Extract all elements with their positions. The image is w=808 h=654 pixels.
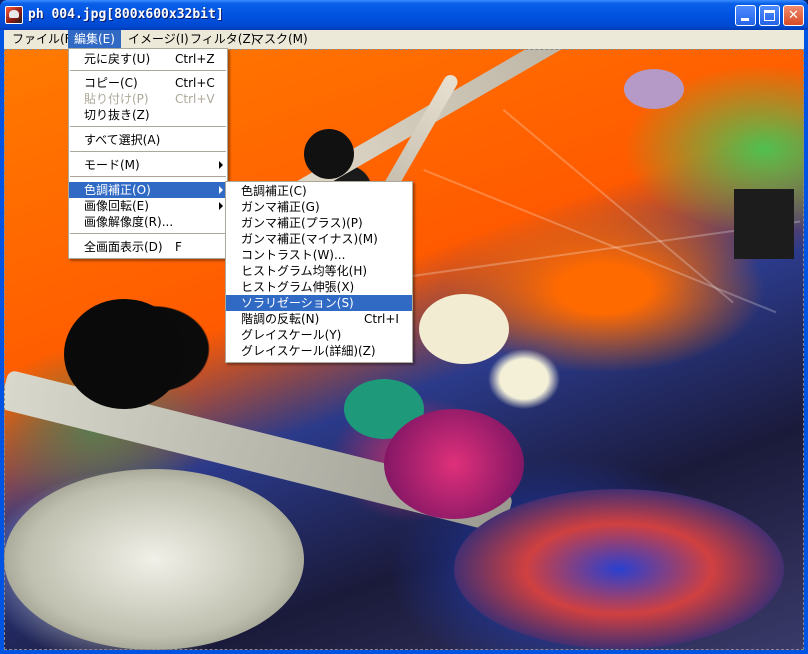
menu-item-crop[interactable]: 切り抜き(Z): [69, 107, 227, 123]
menu-separator: [70, 233, 226, 234]
menu-bar: ファイル(F) 編集(E) イメージ(I) フィルタ(Z) マスク(M): [4, 30, 804, 49]
menu-item-copy[interactable]: コピー(C) Ctrl+C: [69, 75, 227, 91]
menu-item-label: グレイスケール(Y): [241, 328, 342, 342]
menu-item-shortcut: Ctrl+V: [175, 92, 215, 106]
menu-item-mode[interactable]: モード(M): [69, 157, 227, 173]
submenu-item-invert[interactable]: 階調の反転(N) Ctrl+I: [226, 311, 412, 327]
submenu-item-histogram-stretch[interactable]: ヒストグラム伸張(X): [226, 279, 412, 295]
dark-shape: [304, 129, 354, 179]
window-title: ph 004.jpg[800x600x32bit]: [28, 7, 224, 22]
menu-item-shortcut: Ctrl+I: [364, 312, 399, 326]
menu-item-rotate[interactable]: 画像回転(E): [69, 198, 227, 214]
submenu-item-grayscale[interactable]: グレイスケール(Y): [226, 327, 412, 343]
submenu-item-gamma[interactable]: ガンマ補正(G): [226, 199, 412, 215]
menu-item-color-correction[interactable]: 色調補正(O): [69, 182, 227, 198]
maximize-button[interactable]: [759, 5, 780, 26]
menu-item-select-all[interactable]: すべて選択(A): [69, 132, 227, 148]
menu-item-label: 貼り付け(P): [84, 92, 149, 106]
ground-shape: [4, 469, 304, 650]
submenu-arrow-icon: [219, 202, 223, 210]
submenu-item-contrast[interactable]: コントラスト(W)...: [226, 247, 412, 263]
menu-item-label: 切り抜き(Z): [84, 108, 150, 122]
menu-item-label: 画像回転(E): [84, 199, 149, 213]
menu-item-label: 全画面表示(D): [84, 240, 163, 254]
close-button[interactable]: ✕: [783, 5, 804, 26]
menu-item-shortcut: Ctrl+C: [175, 76, 215, 90]
edit-menu: 元に戻す(U) Ctrl+Z コピー(C) Ctrl+C 貼り付け(P) Ctr…: [68, 48, 228, 259]
menu-item-label: すべて選択(A): [84, 133, 161, 147]
menu-separator: [70, 70, 226, 71]
menu-separator: [70, 176, 226, 177]
menu-item-label: 階調の反転(N): [241, 312, 320, 326]
submenu-item-gamma-plus[interactable]: ガンマ補正(プラス)(P): [226, 215, 412, 231]
menu-mask[interactable]: マスク(M): [246, 30, 314, 49]
menu-item-label: ガンマ補正(プラス)(P): [241, 216, 363, 230]
menu-item-label: ガンマ補正(マイナス)(M): [241, 232, 378, 246]
menu-item-label: 色調補正(C): [241, 184, 307, 198]
color-correction-submenu: 色調補正(C) ガンマ補正(G) ガンマ補正(プラス)(P) ガンマ補正(マイナ…: [225, 181, 413, 363]
submenu-arrow-icon: [219, 161, 223, 169]
menu-item-label: ヒストグラム均等化(H): [241, 264, 368, 278]
menu-item-resolution[interactable]: 画像解像度(R)...: [69, 214, 227, 230]
menu-item-fullscreen[interactable]: 全画面表示(D) F: [69, 239, 227, 255]
title-bar[interactable]: ph 004.jpg[800x600x32bit] ✕: [0, 0, 808, 30]
menu-item-label: ソラリゼーション(S): [241, 296, 354, 310]
menu-item-label: 色調補正(O): [84, 183, 151, 197]
menu-item-paste: 貼り付け(P) Ctrl+V: [69, 91, 227, 107]
submenu-item-grayscale-detail[interactable]: グレイスケール(詳細)(Z): [226, 343, 412, 359]
menu-item-label: ガンマ補正(G): [241, 200, 320, 214]
dark-shape: [734, 189, 794, 259]
menu-item-label: モード(M): [84, 158, 140, 172]
menu-item-label: グレイスケール(詳細)(Z): [241, 344, 376, 358]
submenu-item-histogram-equalize[interactable]: ヒストグラム均等化(H): [226, 263, 412, 279]
submenu-item-color-balance[interactable]: 色調補正(C): [226, 183, 412, 199]
dark-shape: [64, 299, 184, 409]
sky-line: [502, 109, 734, 304]
app-icon[interactable]: [5, 6, 23, 24]
flower-field: [454, 489, 784, 649]
menu-item-label: コピー(C): [84, 76, 138, 90]
blossom-cluster: [384, 409, 524, 519]
app-window: ph 004.jpg[800x600x32bit] ✕ ファイル(F) 編集(E…: [0, 0, 808, 654]
submenu-arrow-icon: [219, 186, 223, 194]
menu-separator: [70, 151, 226, 152]
menu-item-undo[interactable]: 元に戻す(U) Ctrl+Z: [69, 51, 227, 67]
blossom: [624, 69, 684, 109]
menu-item-label: コントラスト(W)...: [241, 248, 346, 262]
submenu-item-gamma-minus[interactable]: ガンマ補正(マイナス)(M): [226, 231, 412, 247]
submenu-item-solarization[interactable]: ソラリゼーション(S): [226, 295, 412, 311]
menu-item-label: 元に戻す(U): [84, 52, 151, 66]
minimize-button[interactable]: [735, 5, 756, 26]
menu-item-label: 画像解像度(R)...: [84, 215, 174, 229]
menu-separator: [70, 126, 226, 127]
menu-item-label: ヒストグラム伸張(X): [241, 280, 355, 294]
menu-item-shortcut: F: [175, 240, 182, 254]
blossom: [419, 294, 509, 364]
menu-item-shortcut: Ctrl+Z: [175, 52, 215, 66]
menu-edit[interactable]: 編集(E): [68, 30, 121, 49]
